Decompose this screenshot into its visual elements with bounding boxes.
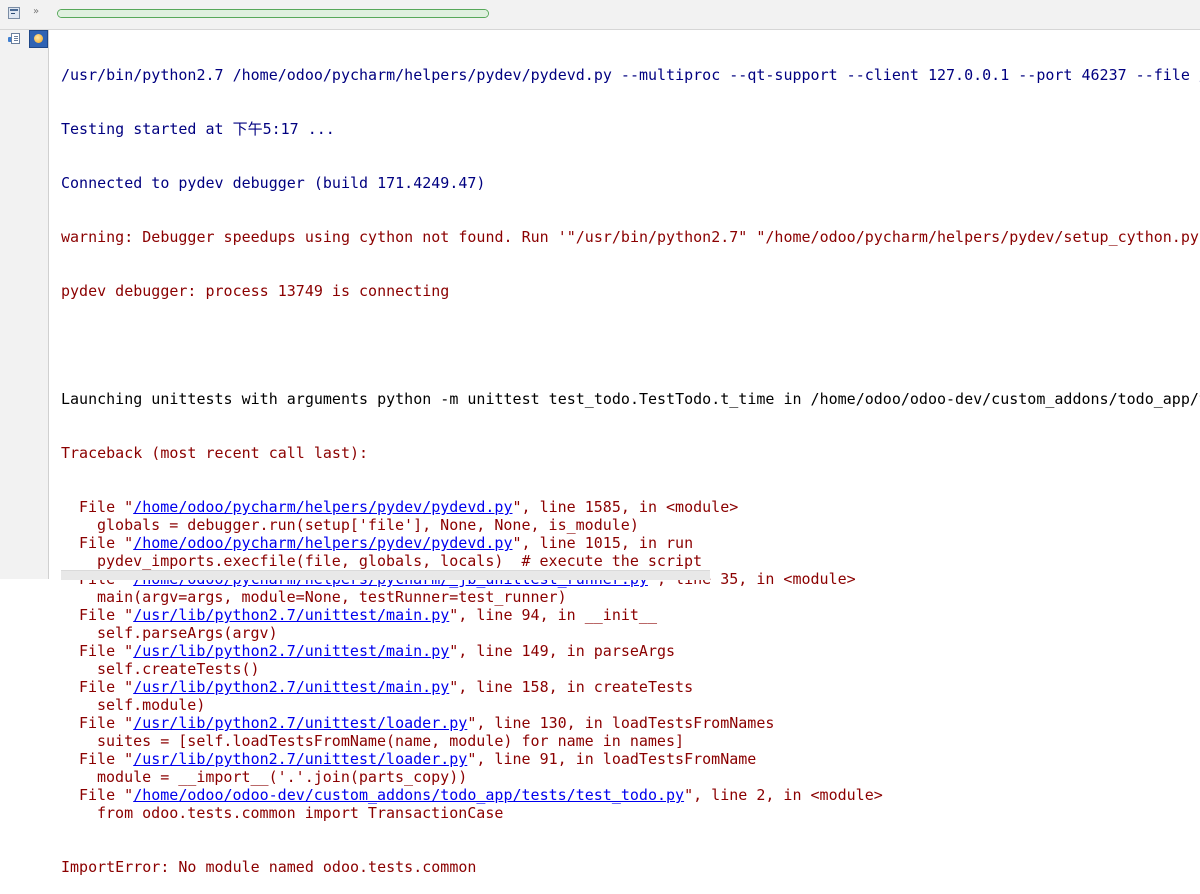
frame-location: ", line 149, in parseArgs xyxy=(449,642,676,660)
console-line: warning: Debugger speedups using cython … xyxy=(61,228,1200,246)
traceback-code-line: self.parseArgs(argv) xyxy=(97,624,278,642)
console-line: Connected to pydev debugger (build 171.4… xyxy=(61,174,486,192)
file-path-link[interactable]: /usr/lib/python2.7/unittest/main.py xyxy=(133,606,449,624)
frame-location: ", line 1585, in <module> xyxy=(512,498,739,516)
traceback-code-line: suites = [self.loadTestsFromName(name, m… xyxy=(97,732,684,750)
frame-prefix: File " xyxy=(79,534,134,552)
file-path-link[interactable]: /usr/lib/python2.7/unittest/loader.py xyxy=(133,750,467,768)
traceback-frame-line: File "/usr/lib/python2.7/unittest/main.p… xyxy=(61,606,1200,624)
file-path-link[interactable]: /usr/lib/python2.7/unittest/main.py xyxy=(133,678,449,696)
test-progress-fill xyxy=(58,10,488,17)
console-line: pydev debugger: process 13749 is connect… xyxy=(61,282,450,300)
traceback-code-line: globals = debugger.run(setup['file'], No… xyxy=(97,516,639,534)
more-actions-button[interactable]: » xyxy=(33,6,39,17)
traceback-frame-line: File "/usr/lib/python2.7/unittest/loader… xyxy=(61,714,1200,732)
frame-location: ", line 158, in createTests xyxy=(449,678,694,696)
file-path-link[interactable]: /home/odoo/pycharm/helpers/pydev/pydevd.… xyxy=(133,534,512,552)
frame-prefix: File " xyxy=(79,786,134,804)
traceback-frame-line: File "/usr/lib/python2.7/unittest/main.p… xyxy=(61,642,1200,660)
frame-prefix: File " xyxy=(79,714,134,732)
file-path-link[interactable]: /home/odoo/pycharm/helpers/pydev/pydevd.… xyxy=(133,498,512,516)
traceback-code-line: main(argv=args, module=None, testRunner=… xyxy=(97,588,567,606)
console-line: /usr/bin/python2.7 /home/odoo/pycharm/he… xyxy=(61,66,1200,84)
traceback-frame-line: File "/usr/lib/python2.7/unittest/main.p… xyxy=(61,678,1200,696)
traceback-header: Traceback (most recent call last): xyxy=(61,444,369,462)
console-icon[interactable] xyxy=(8,7,20,19)
console-toolbar: » xyxy=(0,0,1200,30)
traceback-code-line: module = __import__('.'.join(parts_copy)… xyxy=(97,768,468,786)
file-path-link[interactable]: /usr/lib/python2.7/unittest/main.py xyxy=(133,642,449,660)
error-message: ImportError: No module named odoo.tests.… xyxy=(61,858,477,876)
frame-prefix: File " xyxy=(79,678,134,696)
frame-location: ", line 2, in <module> xyxy=(684,786,883,804)
frame-prefix: File " xyxy=(79,750,134,768)
frame-prefix: File " xyxy=(79,642,134,660)
traceback-code-line: pydev_imports.execfile(file, globals, lo… xyxy=(97,552,703,570)
traceback-frame-line: File "/home/odoo/pycharm/helpers/pydev/p… xyxy=(61,534,1200,552)
console-line: Launching unittests with arguments pytho… xyxy=(61,390,1200,408)
traceback-frames: File "/home/odoo/pycharm/helpers/pydev/p… xyxy=(61,498,1200,822)
frame-prefix: File " xyxy=(79,498,134,516)
console-gutter xyxy=(0,30,49,579)
traceback-frame-line: File "/home/odoo/odoo-dev/custom_addons/… xyxy=(61,786,1200,804)
file-path-link[interactable]: /usr/lib/python2.7/unittest/loader.py xyxy=(133,714,467,732)
console-line: Testing started at 下午5:17 ... xyxy=(61,120,335,138)
traceback-frame-line: File "/home/odoo/pycharm/helpers/pydev/p… xyxy=(61,498,1200,516)
test-progress-bar xyxy=(57,9,489,18)
frame-location: ", line 91, in loadTestsFromName xyxy=(467,750,757,768)
frame-location: ", line 94, in __init__ xyxy=(449,606,657,624)
frame-location: ", line 130, in loadTestsFromNames xyxy=(467,714,775,732)
frame-prefix: File " xyxy=(79,606,134,624)
frame-location: ", line 1015, in run xyxy=(512,534,694,552)
file-path-link[interactable]: /home/odoo/odoo-dev/custom_addons/todo_a… xyxy=(133,786,684,804)
debug-icon[interactable] xyxy=(29,30,48,48)
soft-wrap-icon[interactable] xyxy=(8,33,21,46)
traceback-code-line: self.createTests() xyxy=(97,660,260,678)
console-output[interactable]: /usr/bin/python2.7 /home/odoo/pycharm/he… xyxy=(61,30,1200,894)
traceback-code-line: self.module) xyxy=(97,696,206,714)
traceback-code-line: from odoo.tests.common import Transactio… xyxy=(97,804,504,822)
traceback-frame-line: File "/usr/lib/python2.7/unittest/loader… xyxy=(61,750,1200,768)
